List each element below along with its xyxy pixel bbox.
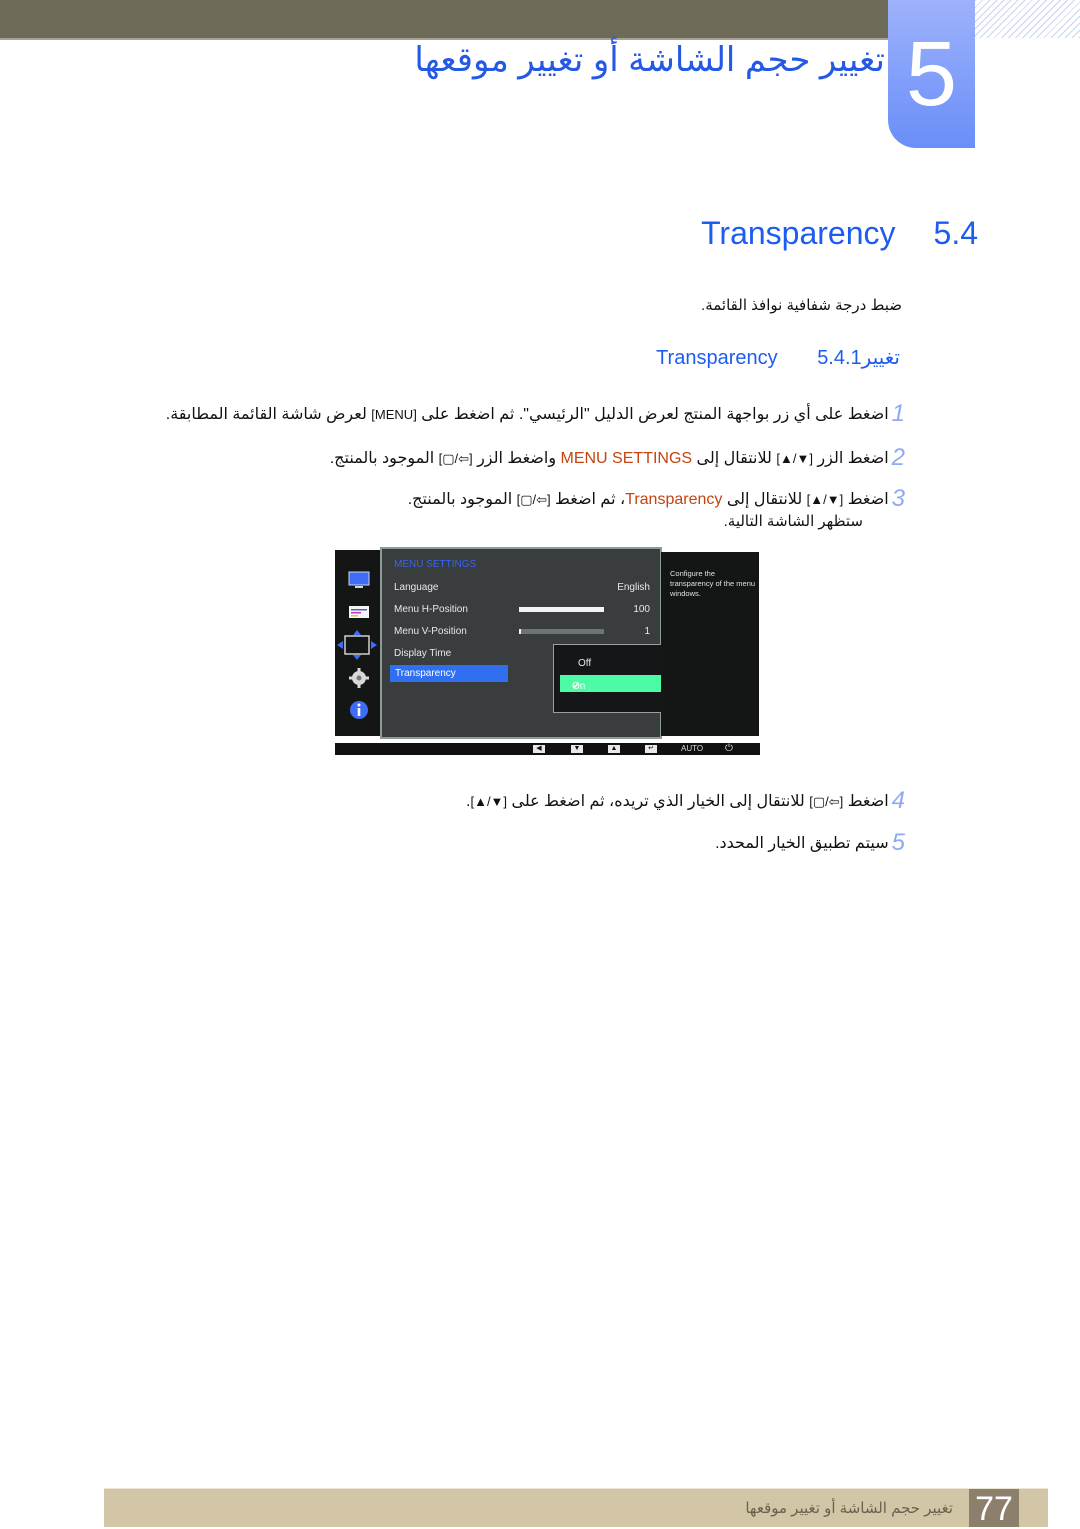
step-number: 5 [891,829,905,856]
step-text: اضغط الزر [812,450,889,467]
up-down-key-label: [▼/▲] [470,794,508,809]
osd-icon-bar [335,550,382,736]
step-number: 4 [891,787,905,814]
up-down-key-label: [▼/▲] [776,451,813,466]
step-text: لعرض شاشة القائمة المطابقة. [165,406,372,423]
step-5: 5سيتم تطبيق الخيار المحدد. [715,829,905,857]
slider-fill [519,629,521,634]
chapter-title: تغيير حجم الشاشة أو تغيير موقعها [414,41,885,79]
chapter-number-badge: 5 [888,0,975,148]
slider-fill [519,607,604,612]
subsection-number: 5.4.1 [817,347,862,369]
header-hatch-decoration [975,0,1080,38]
osd-row-display-time[interactable]: Display Time [394,648,451,659]
osd-row-label: Transparency [395,668,456,679]
option-off[interactable]: Off [578,658,591,669]
step-text: للانتقال إلى [692,450,777,467]
step-3: 3اضغط [▼/▲] للانتقال إلى Transparency، ث… [408,485,905,513]
monitor-icon [348,571,370,588]
section-heading: Transparency 5.4 [701,215,978,252]
power-icon: ⏻ [725,743,733,754]
gear-icon [349,668,369,688]
menu-lines-icon [349,606,369,618]
enter-key-label: [⇦/▢] [516,492,551,507]
step-4: 4اضغط [⇦/▢] للانتقال إلى الخيار الذي تري… [466,787,905,815]
section-number: 5.4 [933,215,978,251]
info-icon [350,701,368,719]
step-text: للانتقال إلى الخيار الذي تريده، ثم اضغط … [507,793,810,810]
position-arrows-icon [337,630,377,660]
step-2: 2اضغط الزر [▼/▲] للانتقال إلى MENU SETTI… [330,444,905,472]
option-label: On [572,681,586,692]
step-text: اضغط على أي زر بواجهة المنتج لعرض الدليل… [416,406,889,423]
step-text: اضغط [843,793,889,810]
osd-help-text: Configure the transparency of the menu w… [661,552,759,736]
enter-key-label: [⇦/▢] [438,451,473,466]
section-title: Transparency [701,215,896,251]
page-number: 77 [969,1489,1019,1528]
subsection-heading: Transparency تغيير5.4.1 [656,345,900,370]
auto-key-label: AUTO [681,744,704,753]
step-number: 1 [891,400,905,427]
down-key-icon: ▼ [571,745,583,753]
enter-key-icon: ↵ [645,745,657,753]
v-position-slider[interactable] [519,629,604,634]
up-key-icon: ▲ [608,745,620,753]
step-3-continuation: ستظهر الشاشة التالية. [723,513,863,530]
osd-v-position-value: 1 [644,626,650,637]
osd-row-menu-v-position[interactable]: Menu V-Position [394,626,467,637]
osd-h-position-value: 100 [633,604,650,615]
step-number: 2 [891,444,905,471]
subsection-title-ar: تغيير [861,347,900,369]
osd-menu-panel: MENU SETTINGS Language English Menu H-Po… [380,547,700,739]
step-number: 3 [891,485,905,512]
menu-key-label: [MENU] [371,407,417,422]
left-key-icon: ◀ [533,745,545,753]
header-bar [0,0,888,40]
footer-chapter-title: تغيير حجم الشاشة أو تغيير موقعها [745,1500,953,1517]
section-intro: ضبط درجة شفافية نوافذ القائمة. [701,297,902,314]
osd-row-transparency[interactable]: Transparency [390,665,508,682]
osd-row-menu-h-position[interactable]: Menu H-Position [394,604,468,615]
enter-key-label: [⇦/▢] [809,794,844,809]
transparency-highlight: Transparency [625,491,723,508]
osd-language-value: English [617,582,650,593]
osd-row-language[interactable]: Language [394,582,439,593]
step-text: الموجود بالمنتج. [407,491,517,508]
step-text: ، ثم اضغط [550,491,626,508]
step-text: اضغط [843,491,889,508]
menu-settings-highlight: MENU SETTINGS [560,450,693,467]
h-position-slider[interactable] [519,607,604,612]
osd-menu-heading: MENU SETTINGS [394,559,477,570]
page-footer: تغيير حجم الشاشة أو تغيير موقعها 77 [104,1488,1048,1528]
step-text: الموجود بالمنتج. [329,450,439,467]
subsection-title-en: Transparency [656,347,778,369]
step-1: 1اضغط على أي زر بواجهة المنتج لعرض الدلي… [166,400,905,428]
up-down-key-label: [▼/▲] [806,492,844,507]
osd-key-guide: ◀ ▼ ▲ ↵ AUTO ⏻ [335,743,760,755]
monitor-osd-menu: MENU SETTINGS Language English Menu H-Po… [335,547,760,757]
step-text: سيتم تطبيق الخيار المحدد. [715,835,889,852]
step-text: واضغط الزر [472,450,561,467]
step-text: للانتقال إلى [722,491,807,508]
